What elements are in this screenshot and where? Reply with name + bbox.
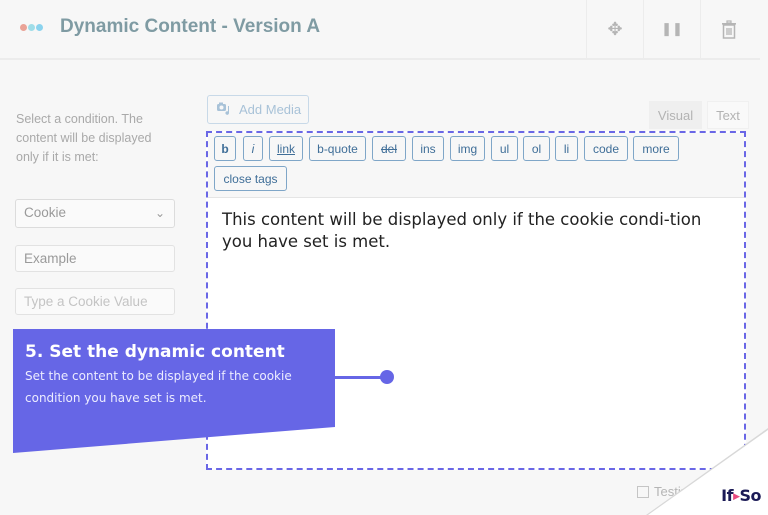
qt-img-button[interactable]: img — [450, 136, 485, 161]
condition-description: Select a condition. The content will be … — [16, 112, 152, 164]
callout-connector-dot — [380, 370, 394, 384]
qt-li-button[interactable]: li — [555, 136, 578, 161]
ifso-logo: If▶So — [721, 486, 761, 505]
tab-visual[interactable]: Visual — [649, 101, 702, 129]
qt-bquote-button[interactable]: b-quote — [309, 136, 366, 161]
cookie-name-input[interactable]: Example — [15, 245, 175, 272]
pause-icon: ❚❚ — [661, 21, 683, 36]
qt-ins-button[interactable]: ins — [412, 136, 444, 161]
add-media-button[interactable]: Add Media — [207, 95, 309, 124]
chevron-down-icon: ⌄ — [154, 206, 165, 220]
logo-text-right: So — [739, 486, 761, 505]
editor-content-text[interactable]: This content will be displayed only if t… — [222, 209, 722, 253]
media-icon — [217, 102, 230, 115]
qt-more-button[interactable]: more — [633, 136, 679, 161]
callout-connector-line — [335, 376, 385, 379]
qt-close-tags-button[interactable]: close tags — [214, 166, 287, 191]
version-color-dots — [20, 24, 43, 31]
condition-type-value: Cookie — [24, 205, 67, 220]
tab-text[interactable]: Text — [707, 101, 749, 129]
qt-bold-button[interactable]: b — [214, 136, 236, 161]
callout-title: 5. Set the dynamic content — [25, 342, 285, 362]
move-button[interactable]: ✥ — [586, 0, 643, 58]
qt-del-button[interactable]: del — [372, 136, 406, 161]
version-title: Dynamic Content - Version A — [60, 16, 321, 37]
move-icon: ✥ — [607, 18, 623, 39]
trash-icon — [722, 19, 736, 39]
delete-button[interactable] — [700, 0, 757, 58]
dot-icon — [36, 24, 43, 31]
checkbox-icon — [637, 485, 649, 498]
qt-ol-button[interactable]: ol — [523, 136, 550, 161]
condition-type-select[interactable]: Cookie ⌄ — [15, 199, 175, 228]
quicktags-toolbar: b i link b-quote del ins img ul ol li co… — [208, 133, 744, 198]
qt-link-button[interactable]: link — [269, 136, 303, 161]
add-media-label: Add Media — [239, 102, 302, 117]
qt-italic-button[interactable]: i — [243, 136, 263, 161]
pause-button[interactable]: ❚❚ — [643, 0, 700, 58]
dot-icon — [28, 24, 35, 31]
logo-text-left: If — [721, 486, 734, 505]
qt-code-button[interactable]: code — [584, 136, 628, 161]
version-header: Dynamic Content - Version A ✥ ❚❚ — [0, 0, 760, 60]
cookie-value-input[interactable]: Type a Cookie Value — [15, 288, 175, 315]
callout-body: Set the content to be displayed if the c… — [25, 369, 292, 405]
qt-ul-button[interactable]: ul — [491, 136, 518, 161]
dot-icon — [20, 24, 27, 31]
